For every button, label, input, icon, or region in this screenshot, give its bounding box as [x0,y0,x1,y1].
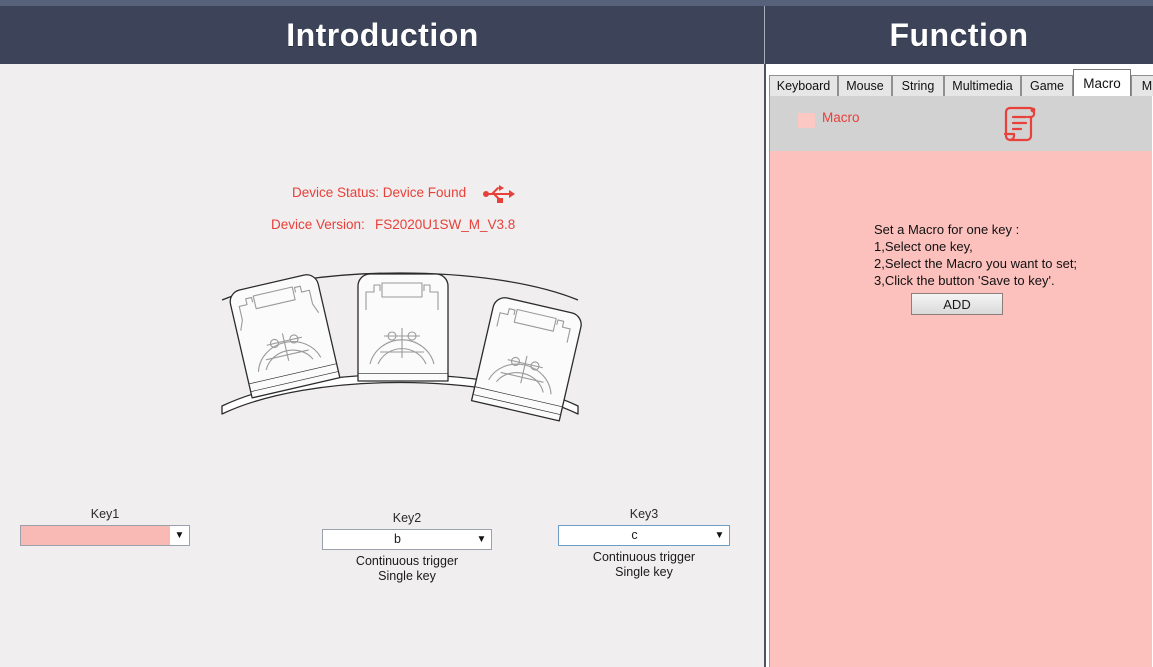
add-macro-button-label: ADD [943,296,971,312]
function-header: Function [765,6,1153,64]
key1-label: Key1 [90,507,120,521]
key3-mode-line2: Single key [615,565,673,579]
chevron-down-icon[interactable]: ▼ [472,530,491,549]
key3-value: c [559,526,710,545]
macro-title: Macro [822,110,860,125]
add-macro-button[interactable]: ADD [911,293,1003,315]
chevron-down-icon[interactable]: ▼ [710,526,729,545]
key2-label: Key2 [392,511,422,525]
tab-mouse[interactable]: Mouse [838,75,892,96]
macro-color-chip [798,113,815,128]
device-status-text: Device Status: Device Found [292,185,467,200]
chevron-down-icon[interactable]: ▼ [170,526,189,545]
tab-macro[interactable]: Macro [1073,69,1131,96]
scroll-icon [1003,106,1036,142]
action-button-bar: Clear Save to key Initialization [0,640,764,667]
key2-dropdown[interactable]: b ▼ [322,529,492,550]
tab-multimedia-label: Multimedia [952,79,1013,93]
application-window: Introduction Function Device Status: Dev… [0,0,1153,667]
key-group-1: Key1 ▼ [20,507,190,546]
tab-keyboard-label: Keyboard [776,79,831,93]
key-group-3: Key3 c ▼ Continuous trigger Single key [558,507,730,580]
key2-mode: Continuous trigger Single key [322,554,492,584]
function-panel: Keyboard Mouse String Multimedia Game Ma… [766,64,1153,667]
key2-mode-line1: Continuous trigger [355,554,459,568]
key2-mode-line2: Single key [378,569,436,583]
macro-content-panel: Set a Macro for one key : 1,Select one k… [769,151,1152,667]
macro-header-bar: Macro [769,96,1152,151]
function-tabstrip: Keyboard Mouse String Multimedia Game Ma… [766,66,1153,96]
key1-dropdown[interactable]: ▼ [20,525,190,546]
page-title-function: Function [889,16,1029,53]
tab-midi-label: MIDI [1141,79,1153,93]
tab-macro-label: Macro [1083,75,1121,91]
page-title-introduction: Introduction [286,16,479,53]
tab-string-label: String [901,79,935,93]
header-divider [764,6,765,64]
tab-game-label: Game [1029,79,1065,93]
foot-switch-illustration [221,272,582,422]
tab-game[interactable]: Game [1021,75,1073,96]
key3-mode: Continuous trigger Single key [558,550,730,580]
tab-midi[interactable]: MIDI [1131,75,1153,96]
tab-keyboard[interactable]: Keyboard [769,75,838,96]
key3-dropdown[interactable]: c ▼ [558,525,730,546]
tab-multimedia[interactable]: Multimedia [944,75,1021,96]
device-version-label: Device Version: [271,217,365,232]
key-group-2: Key2 b ▼ Continuous trigger Single key [322,511,492,584]
key3-label: Key3 [629,507,659,521]
key2-value: b [323,530,472,549]
macro-instructions: Set a Macro for one key : 1,Select one k… [874,222,1078,288]
device-version-value: FS2020U1SW_M_V3.8 [375,217,516,232]
usb-icon [483,185,515,203]
introduction-header: Introduction [0,6,765,64]
tab-string[interactable]: String [892,75,944,96]
tab-mouse-label: Mouse [846,79,884,93]
introduction-panel: Device Status: Device Found Device Versi… [0,64,764,667]
key1-value [21,526,170,545]
key3-mode-line1: Continuous trigger [592,550,696,564]
